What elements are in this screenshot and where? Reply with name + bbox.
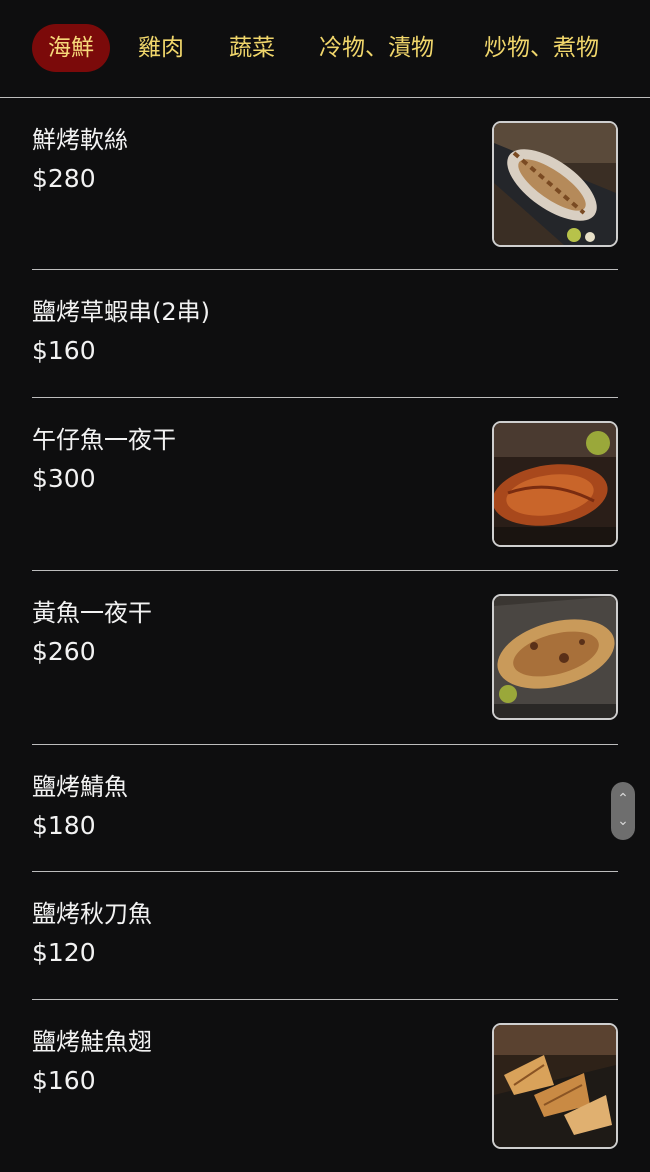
menu-item-price: $120 <box>32 938 96 967</box>
menu-item-price: $260 <box>32 637 96 666</box>
grilled-yellow-croaker-photo[interactable] <box>492 594 618 720</box>
menu-item-name: 午仔魚一夜干 <box>32 426 176 454</box>
menu-item-price: $180 <box>32 811 96 840</box>
menu-item-price: $160 <box>32 1066 96 1095</box>
menu-item-name: 鹽烤秋刀魚 <box>32 900 152 928</box>
tab-vegetables[interactable]: 蔬菜 <box>229 24 275 72</box>
menu-item-name: 黃魚一夜干 <box>32 599 152 627</box>
grilled-fish-photo[interactable] <box>492 421 618 547</box>
tab-cold-and-pickled[interactable]: 冷物、漬物 <box>319 24 434 72</box>
tab-seafood[interactable]: 海鮮 <box>32 24 110 72</box>
menu-item[interactable]: 黃魚一夜干 $260 <box>32 571 618 745</box>
tab-chicken[interactable]: 雞肉 <box>138 24 184 72</box>
menu-item-list: 鮮烤軟絲 $280 鹽烤草蝦串(2串) $160 午仔魚一夜干 $300 黃魚一… <box>0 98 650 1172</box>
menu-item-price: $160 <box>32 336 96 365</box>
grilled-squid-photo[interactable] <box>492 121 618 247</box>
menu-item-name: 鹽烤鮭魚翅 <box>32 1028 152 1056</box>
menu-item-name: 鹽烤草蝦串(2串) <box>32 298 210 326</box>
menu-item-price: $280 <box>32 164 96 193</box>
menu-item[interactable]: 鹽烤草蝦串(2串) $160 <box>32 270 618 398</box>
menu-item-name: 鮮烤軟絲 <box>32 126 128 154</box>
scroll-control[interactable]: ⌃ ⌄ <box>611 782 635 840</box>
tab-stir-fried-and-stewed[interactable]: 炒物、煮物 <box>484 24 599 72</box>
menu-item[interactable]: 鹽烤鯖魚 $180 <box>32 745 618 872</box>
chevron-up-icon[interactable]: ⌃ <box>611 788 635 810</box>
menu-item-price: $300 <box>32 464 96 493</box>
menu-item[interactable]: 鹽烤鮭魚翅 $160 <box>32 1000 618 1172</box>
menu-item[interactable]: 午仔魚一夜干 $300 <box>32 398 618 571</box>
chevron-down-icon[interactable]: ⌄ <box>611 810 635 832</box>
menu-item[interactable]: 鮮烤軟絲 $280 <box>32 98 618 270</box>
menu-item-name: 鹽烤鯖魚 <box>32 773 128 801</box>
menu-item[interactable]: 鹽烤秋刀魚 $120 <box>32 872 618 1000</box>
category-tab-bar: 海鮮 雞肉 蔬菜 冷物、漬物 炒物、煮物 <box>0 0 650 98</box>
grilled-salmon-fin-photo[interactable] <box>492 1023 618 1149</box>
